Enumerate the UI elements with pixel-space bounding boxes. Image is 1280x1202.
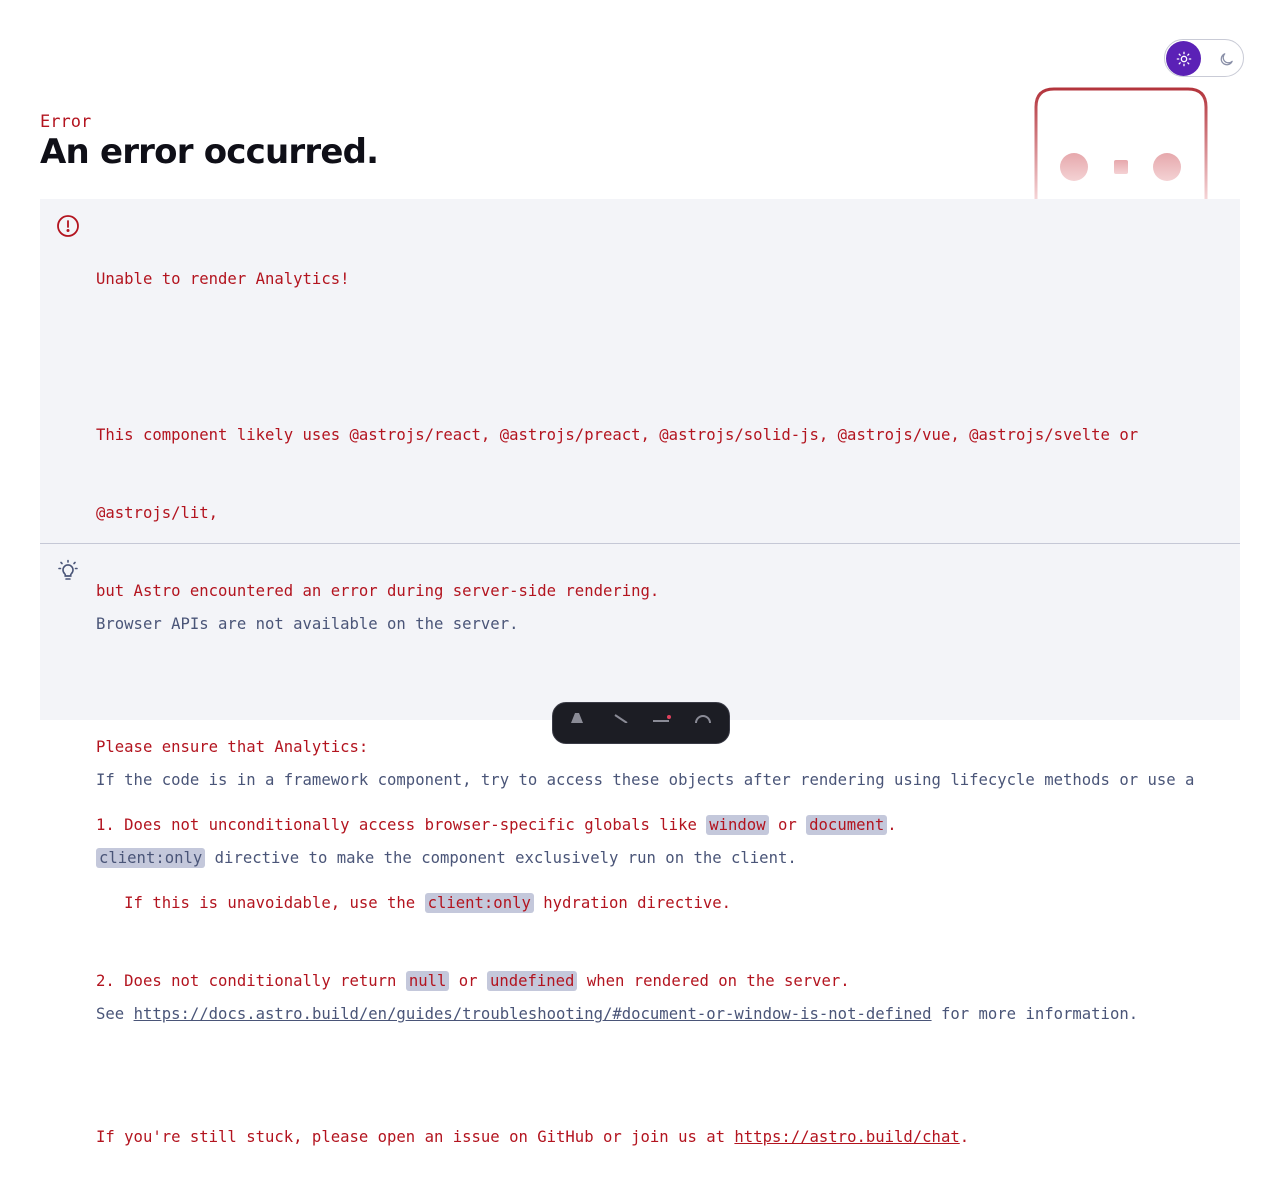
theme-toggle[interactable] xyxy=(1164,39,1244,77)
error-title: Unable to render Analytics! xyxy=(96,270,350,288)
hint-title: Browser APIs are not available on the se… xyxy=(96,615,519,633)
inspect-icon[interactable] xyxy=(611,711,631,723)
error-message-section: Unable to render Analytics! This compone… xyxy=(40,199,1240,1146)
error-label: Error xyxy=(40,112,92,132)
light-theme-button[interactable] xyxy=(1166,41,1201,76)
lightbulb-icon xyxy=(58,559,78,580)
error-mascot-illustration xyxy=(1034,87,1208,199)
alert-circle-icon xyxy=(57,215,79,237)
sun-icon xyxy=(1176,51,1191,66)
hint-message: Browser APIs are not available on the se… xyxy=(96,559,1194,1079)
moon-icon xyxy=(1220,52,1233,65)
dev-toolbar[interactable] xyxy=(552,702,730,744)
troubleshooting-docs-link[interactable]: https://docs.astro.build/en/guides/troub… xyxy=(134,1005,932,1023)
docs-line: See https://docs.astro.build/en/guides/t… xyxy=(96,1005,1139,1023)
inline-code: client:only xyxy=(96,848,206,868)
astro-logo-icon[interactable] xyxy=(567,711,587,723)
astro-chat-link[interactable]: https://astro.build/chat xyxy=(734,1128,959,1146)
page-title: An error occurred. xyxy=(40,132,379,172)
dark-theme-button[interactable] xyxy=(1217,50,1235,68)
audit-icon[interactable] xyxy=(651,711,671,723)
error-panel: Unable to render Analytics! This compone… xyxy=(40,199,1240,1146)
hint-section: Browser APIs are not available on the se… xyxy=(40,544,1240,1023)
support-line: If you're still stuck, please open an is… xyxy=(96,1128,970,1146)
settings-icon[interactable] xyxy=(693,711,713,723)
